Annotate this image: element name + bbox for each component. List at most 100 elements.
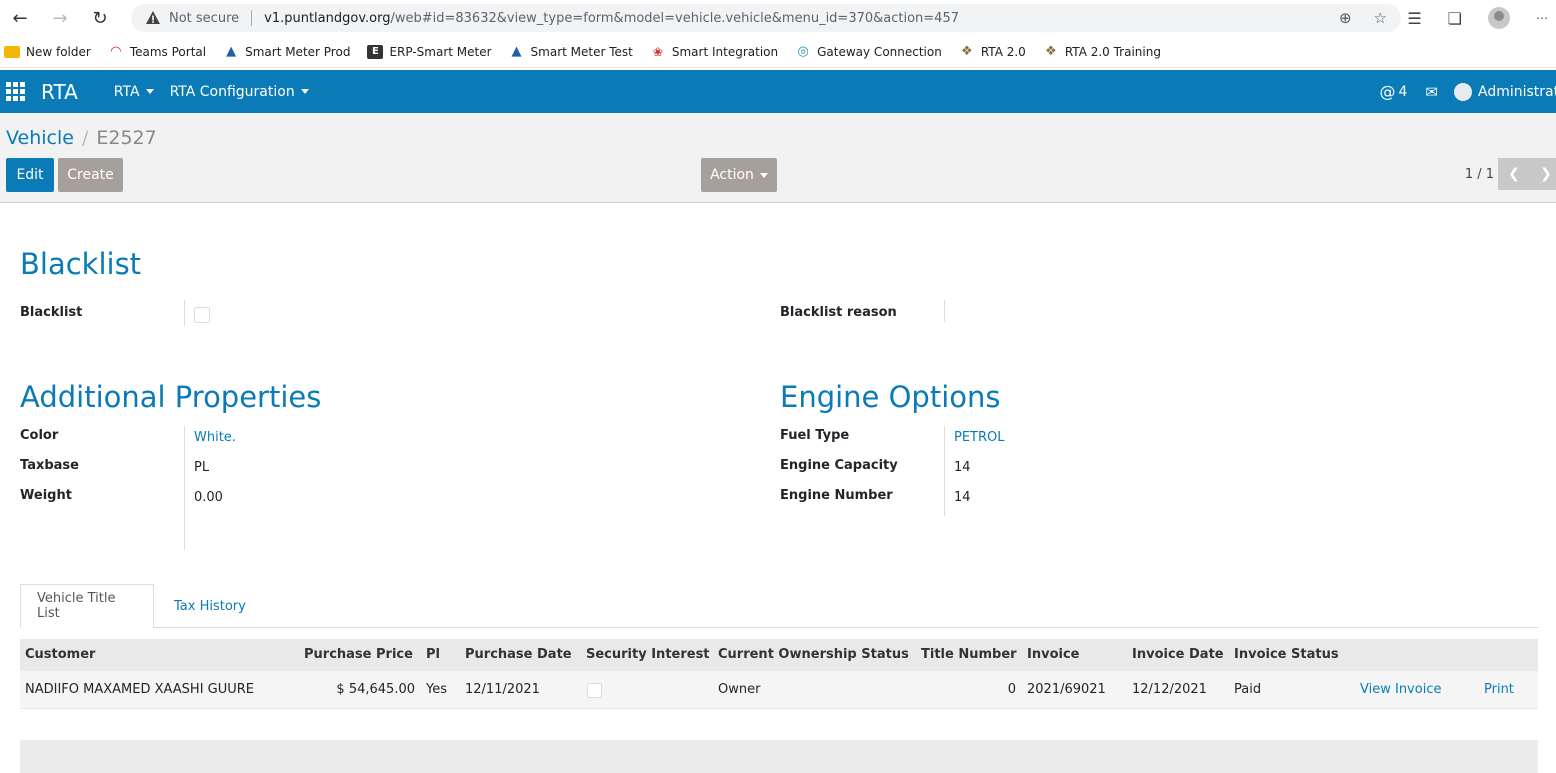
at-icon: @: [1379, 82, 1396, 101]
app-brand[interactable]: RTA: [41, 80, 78, 104]
bookmark-label: Teams Portal: [129, 44, 207, 59]
column-header-purchase-date[interactable]: Purchase Date: [465, 647, 572, 662]
back-arrow-icon[interactable]: ←: [0, 0, 40, 36]
cell-pl: Yes: [426, 682, 447, 697]
fuel-type-value[interactable]: PETROL: [954, 430, 1005, 445]
table-row[interactable]: NADIIFO MAXAMED XAASHI GUURE $ 54,645.00…: [20, 671, 1538, 709]
bookmark-item[interactable]: ◎ Gateway Connection: [795, 44, 941, 59]
cell-invoice-date: 12/12/2021: [1132, 682, 1207, 697]
column-header-invoice-status[interactable]: Invoice Status: [1234, 647, 1339, 662]
breadcrumb-current: E2527: [96, 127, 157, 149]
view-invoice-link[interactable]: View Invoice: [1360, 682, 1441, 697]
column-header-title-number[interactable]: Title Number: [921, 647, 1017, 662]
main-navbar: RTA RTA RTA Configuration @4 ✉ Administr…: [0, 70, 1556, 113]
tab-tax-history[interactable]: Tax History: [158, 584, 262, 628]
column-header-purchase-price[interactable]: Purchase Price: [304, 647, 413, 662]
print-link[interactable]: Print: [1484, 682, 1514, 697]
cell-invoice-status: Paid: [1234, 682, 1262, 697]
folder-icon: [4, 45, 20, 58]
blacklist-checkbox[interactable]: [194, 307, 210, 323]
caret-down-icon: [145, 89, 154, 94]
favorites-icon[interactable]: ☰: [1407, 9, 1421, 28]
cell-title-number: 0: [1007, 682, 1016, 697]
pager-previous-icon[interactable]: ❮: [1498, 158, 1530, 190]
user-avatar[interactable]: [1454, 82, 1472, 101]
weight-value: 0.00: [194, 490, 223, 505]
menu-rta[interactable]: RTA: [114, 84, 154, 100]
profile-avatar[interactable]: [1488, 7, 1510, 29]
not-secure-label: Not secure: [169, 10, 240, 26]
chat-icon[interactable]: ✉: [1425, 83, 1438, 101]
taxbase-value: PL: [194, 460, 210, 475]
bookmark-item[interactable]: New folder: [4, 45, 91, 59]
column-header-security-interest[interactable]: Security Interest: [586, 647, 710, 662]
bookmark-label: Smart Meter Prod: [245, 44, 351, 59]
pager-value: 1 / 1: [1464, 167, 1494, 182]
action-label: Action: [710, 167, 754, 183]
address-bar[interactable]: Not secure v1.puntlandgov.org/web#id=836…: [131, 4, 1401, 32]
menu-rta-label: RTA: [113, 83, 140, 100]
apps-grid-icon[interactable]: [6, 81, 26, 102]
globe-icon: ◎: [797, 44, 809, 59]
blacklist-title: Blacklist: [20, 247, 142, 281]
bookmarks-bar: New folder ◠ Teams Portal ▲ Smart Meter Prod…: [0, 36, 1556, 68]
bookmark-label: Smart Integration: [671, 44, 779, 59]
bookmark-item[interactable]: ▲ Smart Meter Prod: [223, 44, 351, 59]
menu-rta-configuration[interactable]: RTA Configuration: [170, 84, 309, 100]
zoom-icon[interactable]: ⊕: [1339, 9, 1352, 27]
activity-button[interactable]: @4: [1380, 82, 1408, 101]
field-divider: [184, 300, 185, 326]
drop-icon: ▲: [511, 44, 522, 59]
additional-properties-title: Additional Properties: [20, 380, 322, 414]
engine-options-title: Engine Options: [780, 380, 1001, 414]
bookmark-item[interactable]: ◠ Teams Portal: [108, 44, 207, 59]
column-header-invoice-date[interactable]: Invoice Date: [1132, 647, 1224, 662]
pager-next-icon[interactable]: ❯: [1530, 158, 1556, 190]
breadcrumb-vehicle[interactable]: Vehicle: [6, 127, 74, 149]
breadcrumb-separator: /: [81, 127, 89, 149]
bookmark-item[interactable]: ❀ Smart Integration: [650, 45, 778, 59]
field-divider: [944, 426, 945, 516]
column-header-invoice[interactable]: Invoice: [1027, 647, 1079, 662]
url-host: v1.puntlandgov.org: [264, 10, 391, 26]
control-panel: Vehicle / E2527 Edit Create Action 1 / 1…: [0, 113, 1556, 203]
activity-count: 4: [1398, 83, 1408, 100]
blacklist-reason-label: Blacklist reason: [780, 305, 897, 320]
engine-number-label: Engine Number: [780, 488, 893, 503]
tab-vehicle-title-list[interactable]: Vehicle Title List: [20, 584, 154, 628]
warning-icon: [146, 11, 160, 24]
bookmark-item[interactable]: ❖ RTA 2.0: [959, 44, 1026, 59]
breadcrumb: Vehicle / E2527: [6, 127, 157, 149]
gauge-icon: ◠: [110, 44, 121, 59]
emblem-icon: ❖: [1045, 44, 1057, 59]
engine-capacity-value: 14: [954, 460, 971, 475]
emblem-icon: ❖: [961, 44, 973, 59]
vehicle-title-table: Customer Purchase Price Pl Purchase Date…: [20, 639, 1538, 709]
cell-purchase-price: $ 54,645.00: [336, 682, 415, 697]
taxbase-label: Taxbase: [20, 458, 79, 473]
create-button[interactable]: Create: [58, 158, 123, 192]
cell-purchase-date: 12/11/2021: [465, 682, 540, 697]
action-dropdown[interactable]: Action: [701, 158, 777, 192]
reload-icon[interactable]: ↻: [80, 0, 120, 36]
huawei-icon: ❀: [652, 44, 663, 59]
more-icon[interactable]: ⋯: [1536, 11, 1548, 25]
forward-arrow-icon[interactable]: →: [40, 0, 80, 36]
edit-button[interactable]: Edit: [6, 158, 54, 192]
column-header-ownership-status[interactable]: Current Ownership Status: [718, 647, 909, 662]
user-name[interactable]: Administrator: [1478, 84, 1556, 100]
bookmark-label: New folder: [26, 44, 91, 59]
color-label: Color: [20, 428, 59, 443]
bookmark-item[interactable]: ▲ Smart Meter Test: [509, 44, 633, 59]
caret-down-icon: [300, 89, 309, 94]
column-header-pl[interactable]: Pl: [426, 647, 440, 662]
e-icon: E: [367, 44, 384, 59]
add-favorite-icon[interactable]: ☆: [1374, 9, 1387, 27]
column-header-customer[interactable]: Customer: [25, 647, 95, 662]
color-value[interactable]: White.: [194, 430, 236, 445]
url-path: /web#id=83632&view_type=form&model=vehic…: [390, 10, 959, 26]
bookmark-item[interactable]: E ERP-Smart Meter: [367, 44, 492, 59]
table-header: Customer Purchase Price Pl Purchase Date…: [20, 639, 1538, 671]
collections-icon[interactable]: ❏: [1448, 9, 1462, 28]
bookmark-item[interactable]: ❖ RTA 2.0 Training: [1043, 44, 1161, 59]
